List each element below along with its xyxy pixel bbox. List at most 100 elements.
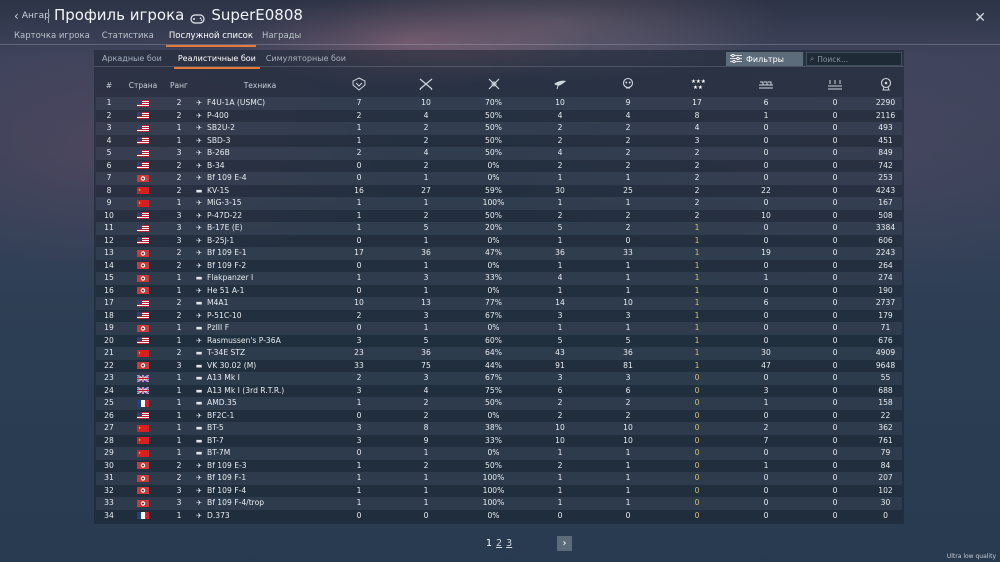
vehicle-cell[interactable]: ✈ B-25J-1 xyxy=(194,234,326,247)
table-row[interactable]: 22 3 ▬ VK 30.02 (M) 33 75 44% 91 81 1 47 0 9648 xyxy=(96,359,902,372)
table-row[interactable]: 9 ★ 1 ✈ MiG-3-15 1 1 100% 1 1 2 0 0 167 xyxy=(96,197,902,210)
table-row[interactable]: 2 2 ✈ P-400 2 4 50% 4 4 8 1 0 2116 xyxy=(96,109,902,122)
vehicle-cell[interactable]: ✈ B-17E (E) xyxy=(194,222,326,235)
table-row[interactable]: 3 1 ✈ SB2U-2 1 2 50% 2 2 4 0 0 493 xyxy=(96,122,902,135)
vehicle-cell[interactable]: ✈ Bf 109 E-4 xyxy=(194,172,326,185)
vehicle-cell[interactable]: ▬ A13 Mk I xyxy=(194,372,326,385)
table-row[interactable]: 5 3 ✈ B-26B 2 4 50% 4 2 2 0 0 849 xyxy=(96,147,902,160)
close-icon[interactable]: ✕ xyxy=(974,10,986,26)
missions-icon[interactable] xyxy=(392,73,460,97)
table-row[interactable]: 8 ★ 2 ▬ KV-1S 16 27 59% 30 25 2 22 0 4243 xyxy=(96,184,902,197)
next-page-button[interactable]: › xyxy=(557,536,572,551)
vehicle-cell[interactable]: ✈ P-51C-10 xyxy=(194,309,326,322)
table-row[interactable]: 31 2 ✈ Bf 109 F-1 1 1 100% 1 1 0 0 0 207 xyxy=(96,472,902,485)
table-row[interactable]: 27 ★ 1 ▬ BT-5 3 8 38% 10 10 0 2 0 362 xyxy=(96,422,902,435)
vehicle-cell[interactable]: ✈ Bf 109 F-4/trop xyxy=(194,497,326,510)
page-link-2[interactable]: 2 xyxy=(496,538,502,549)
vehicle-cell[interactable]: ✈ Bf 109 F-4 xyxy=(194,484,326,497)
table-row[interactable]: 24 1 ▬ A13 Mk I (3rd R.T.R.) 3 4 75% 6 6 0 3 0 688 xyxy=(96,384,902,397)
table-row[interactable]: 25 1 ▬ AMD.35 1 2 50% 2 2 0 1 0 158 xyxy=(96,397,902,410)
table-row[interactable]: 32 3 ✈ Bf 109 F-4 1 1 100% 1 1 0 0 0 102 xyxy=(96,484,902,497)
vehicle-cell[interactable]: ✈ Bf 109 F-2 xyxy=(194,259,326,272)
search-input[interactable]: ⌕ Поиск... xyxy=(806,52,902,66)
vehicle-cell[interactable]: ✈ P-400 xyxy=(194,109,326,122)
country-flag-usa xyxy=(122,97,164,110)
filters-button[interactable]: Фильтры xyxy=(726,52,803,66)
ground-kills-icon[interactable] xyxy=(593,73,663,97)
vehicle-cell[interactable]: ▬ BT-7M xyxy=(194,447,326,460)
table-row[interactable]: 10 3 ✈ P-47D-22 1 2 50% 2 2 2 10 0 508 xyxy=(96,209,902,222)
vehicle-cell[interactable]: ✈ BF2C-1 xyxy=(194,409,326,422)
col-number[interactable]: # xyxy=(96,73,122,97)
table-row[interactable]: 12 3 ✈ B-25J-1 0 1 0% 1 0 1 0 0 606 xyxy=(96,234,902,247)
vehicle-cell[interactable]: ✈ B-34 xyxy=(194,159,326,172)
table-row[interactable]: 15 1 ▬ Flakpanzer I 1 3 33% 4 1 1 1 0 274 xyxy=(96,272,902,285)
col-rank[interactable]: Ранг xyxy=(164,73,194,97)
table-row[interactable]: 29 ★ 1 ▬ BT-7M 0 1 0% 1 1 0 0 0 79 xyxy=(96,447,902,460)
table-row[interactable]: 21 ★ 2 ▬ T-34E STZ 23 36 64% 43 36 1 30 0 4909 xyxy=(96,347,902,360)
stat-missions-3: 0 xyxy=(801,397,869,410)
vehicle-cell[interactable]: ✈ B-26B xyxy=(194,147,326,160)
table-row[interactable]: 1 2 ✈ F4U-1A (USMC) 7 10 70% 10 9 17 6 0 2290 xyxy=(96,97,902,110)
table-row[interactable]: 23 1 ▬ A13 Mk I 2 3 67% 3 3 0 0 0 55 xyxy=(96,372,902,385)
vehicle-cell[interactable]: ✈ SBD-3 xyxy=(194,134,326,147)
table-row[interactable]: 28 ★ 1 ▬ BT-7 3 9 33% 10 10 0 7 0 761 xyxy=(96,434,902,447)
vehicle-cell[interactable]: ▬ A13 Mk I (3rd R.T.R.) xyxy=(194,384,326,397)
back-button[interactable]: ‹ Ангар xyxy=(14,10,50,22)
table-row[interactable]: 4 1 ✈ SBD-3 1 2 50% 2 2 3 0 0 451 xyxy=(96,134,902,147)
table-row[interactable]: 6 2 ✈ B-34 0 2 0% 2 2 2 0 0 742 xyxy=(96,159,902,172)
table-row[interactable]: 30 2 ✈ Bf 109 E-3 1 2 50% 2 1 0 1 0 84 xyxy=(96,459,902,472)
medals-icon[interactable]: ★★★ ★★ xyxy=(663,73,731,97)
stat-research: 2243 xyxy=(869,247,902,260)
research-icon[interactable] xyxy=(869,73,902,97)
stat-research: 742 xyxy=(869,159,902,172)
stat-missions-3: 0 xyxy=(801,509,869,522)
vehicle-cell[interactable]: ▬ VK 30.02 (M) xyxy=(194,359,326,372)
vehicle-cell[interactable]: ✈ F4U-1A (USMC) xyxy=(194,97,326,110)
table-row[interactable]: 26 1 ✈ BF2C-1 0 2 0% 2 2 0 0 0 22 xyxy=(96,409,902,422)
table-row[interactable]: 20 1 ✈ Rasmussen's P-36A 3 5 60% 5 5 1 0 0 676 xyxy=(96,334,902,347)
tank-icon: ▬ xyxy=(195,274,203,283)
vehicle-cell[interactable]: ✈ D.373 xyxy=(194,509,326,522)
country-flag-germany xyxy=(122,472,164,485)
table-row[interactable]: 17 2 ▬ M4A1 10 13 77% 14 10 1 6 0 2737 xyxy=(96,297,902,310)
vehicle-cell[interactable]: ▬ KV-1S xyxy=(194,184,326,197)
page-link-1[interactable]: 1 xyxy=(486,538,492,549)
vehicle-cell[interactable]: ✈ Bf 109 E-3 xyxy=(194,459,326,472)
table-row[interactable]: 18 2 ✈ P-51C-10 2 3 67% 3 3 1 0 0 179 xyxy=(96,309,902,322)
table-row[interactable]: 19 1 ▬ PzIII F 0 1 0% 1 1 1 0 0 71 xyxy=(96,322,902,335)
vehicle-cell[interactable]: ▬ T-34E STZ xyxy=(194,347,326,360)
vehicle-cell[interactable]: ✈ Bf 109 F-1 xyxy=(194,472,326,485)
air-kills-icon[interactable] xyxy=(527,73,593,97)
vehicle-cell[interactable]: ✈ Bf 109 E-1 xyxy=(194,247,326,260)
row-rank: 2 xyxy=(164,309,194,322)
vehicle-cell[interactable]: ✈ Rasmussen's P-36A xyxy=(194,334,326,347)
table-row[interactable]: 33 3 ✈ Bf 109 F-4/trop 1 1 100% 1 1 0 0 0 30 xyxy=(96,497,902,510)
table-row[interactable]: 7 2 ✈ Bf 109 E-4 0 1 0% 1 1 2 0 0 253 xyxy=(96,172,902,185)
table-row[interactable]: 14 2 ✈ Bf 109 F-2 0 1 0% 1 1 1 0 0 264 xyxy=(96,259,902,272)
table-row[interactable]: 34 1 ✈ D.373 0 0 0% 0 0 0 0 0 0 xyxy=(96,509,902,522)
vehicle-cell[interactable]: ▬ PzIII F xyxy=(194,322,326,335)
table-row[interactable]: 11 3 ✈ B-17E (E) 1 5 20% 5 2 1 0 0 3384 xyxy=(96,222,902,235)
table-row[interactable]: 13 2 ✈ Bf 109 E-1 17 36 47% 36 33 1 19 0 2243 xyxy=(96,247,902,260)
vehicle-cell[interactable]: ✈ MiG-3-15 xyxy=(194,197,326,210)
vehicle-cell[interactable]: ▬ BT-7 xyxy=(194,434,326,447)
vehicle-cell[interactable]: ▬ Flakpanzer I xyxy=(194,272,326,285)
vehicle-cell[interactable]: ▬ BT-5 xyxy=(194,422,326,435)
missions-3-icon[interactable] xyxy=(801,73,869,97)
page-link-3[interactable]: 3 xyxy=(506,538,512,549)
col-vehicle[interactable]: Техника xyxy=(194,73,326,97)
table-row[interactable]: 16 1 ✈ He 51 A-1 0 1 0% 1 1 1 0 0 190 xyxy=(96,284,902,297)
vehicle-cell[interactable]: ✈ SB2U-2 xyxy=(194,122,326,135)
vehicle-cell[interactable]: ✈ P-47D-22 xyxy=(194,209,326,222)
col-country[interactable]: Страна xyxy=(122,73,164,97)
stat-air-kills: 4 xyxy=(527,147,593,160)
victories-icon[interactable] xyxy=(326,73,392,97)
win-rate-icon[interactable] xyxy=(460,73,527,97)
naval-kills-icon[interactable] xyxy=(731,73,801,97)
stat-missions: 3 xyxy=(392,309,460,322)
vehicle-cell[interactable]: ▬ AMD.35 xyxy=(194,397,326,410)
vehicle-cell[interactable]: ✈ He 51 A-1 xyxy=(194,284,326,297)
vehicle-cell[interactable]: ▬ M4A1 xyxy=(194,297,326,310)
vehicle-name: KV-1S xyxy=(207,185,230,195)
